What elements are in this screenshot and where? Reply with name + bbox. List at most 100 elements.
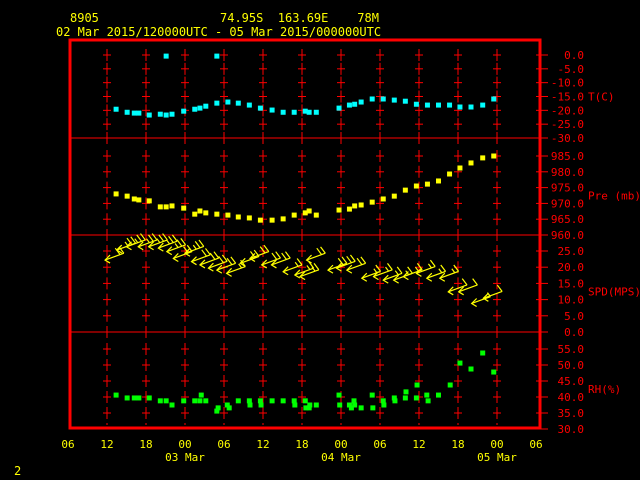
axis-tick-label: 50.0 — [558, 359, 585, 372]
x-tick-label: 18 — [451, 438, 464, 451]
barb-feather — [271, 252, 278, 260]
barb-feather — [194, 241, 201, 249]
data-point — [113, 191, 119, 197]
data-point — [124, 109, 130, 115]
data-point — [226, 405, 232, 411]
barb-feather — [306, 265, 311, 270]
data-point — [337, 402, 343, 408]
data-point — [480, 350, 486, 356]
barb-feather — [427, 263, 432, 269]
x-tick-label: 18 — [295, 438, 308, 451]
data-point — [336, 392, 342, 398]
axis-tick-label: -15.0 — [551, 91, 584, 104]
barb-feather — [205, 248, 211, 256]
axis-tick-label: 25.0 — [558, 245, 585, 258]
data-point — [146, 198, 152, 204]
data-point — [369, 199, 375, 205]
data-point — [381, 402, 387, 408]
data-point — [447, 171, 453, 177]
data-point — [131, 110, 137, 116]
barb-feather — [168, 235, 174, 243]
barb-feather — [341, 256, 348, 264]
data-point — [306, 109, 312, 115]
axis-tick-label: 30.0 — [558, 423, 585, 436]
data-point — [215, 405, 221, 411]
data-point — [358, 202, 364, 208]
data-point — [181, 108, 187, 114]
barb-feather — [156, 238, 161, 244]
data-point — [346, 206, 352, 212]
barb-feather — [394, 270, 399, 276]
data-point — [370, 405, 376, 411]
data-point — [480, 102, 486, 108]
x-tick-label: 06 — [217, 438, 230, 451]
barb-feather — [461, 278, 468, 286]
data-point — [280, 216, 286, 222]
data-point — [424, 102, 430, 108]
axis-tick-label: 5.0 — [564, 310, 584, 323]
data-point — [131, 196, 137, 202]
axis-tick-label: 985.0 — [551, 150, 584, 163]
axis-tick-label: -30.0 — [551, 132, 584, 145]
data-point — [491, 369, 497, 375]
data-point — [468, 366, 474, 372]
data-point — [291, 212, 297, 218]
data-point — [380, 196, 386, 202]
data-point — [246, 215, 252, 221]
data-point — [391, 97, 397, 103]
data-point — [403, 389, 409, 395]
data-point — [169, 111, 175, 117]
data-point — [291, 109, 297, 115]
data-point — [414, 382, 420, 388]
data-point — [425, 398, 431, 404]
axis-tick-label: 980.0 — [551, 166, 584, 179]
data-point — [491, 96, 497, 102]
barb-feather — [281, 252, 287, 260]
barb-feather — [166, 239, 171, 245]
data-point — [413, 101, 419, 107]
barb-feather — [218, 255, 224, 264]
data-point — [391, 193, 397, 199]
data-point — [198, 392, 204, 398]
barb-feather — [373, 268, 378, 274]
data-point — [292, 402, 298, 408]
barb-feather — [201, 249, 208, 257]
data-point — [352, 402, 358, 408]
data-point — [181, 398, 187, 404]
data-point — [307, 402, 313, 408]
data-point — [457, 104, 463, 110]
barb-feather — [209, 252, 216, 260]
series-relative_humidity — [113, 350, 497, 414]
wind-barb — [184, 239, 205, 257]
barb-feather — [176, 239, 183, 247]
axis-tick-label: 965.0 — [551, 213, 584, 226]
data-point — [235, 398, 241, 404]
barb-feather — [387, 262, 393, 271]
x-tick-label: 06 — [61, 438, 74, 451]
data-point — [313, 212, 319, 218]
barb-feather — [230, 256, 237, 264]
data-point — [380, 96, 386, 102]
data-point — [352, 101, 358, 107]
panel-label-wind_speed: SPD(MPS) — [588, 286, 640, 299]
meteogram-chart: 0.0-5.0-10.0-15.0-20.0-25.0-30.0T(C)985.… — [61, 38, 640, 464]
barb-feather — [192, 244, 197, 250]
data-point — [136, 395, 142, 401]
barb-feather — [171, 234, 178, 242]
data-point — [113, 392, 119, 398]
data-point — [192, 398, 198, 404]
x-tick-label: 00 — [178, 438, 191, 451]
barb-feather — [472, 278, 478, 286]
x-tick-label: 06 — [373, 438, 386, 451]
data-point — [436, 178, 441, 184]
wind-barb — [425, 264, 447, 282]
x-tick-label: 00 — [490, 438, 503, 451]
barb-feather — [213, 251, 220, 259]
data-point — [280, 398, 286, 404]
barb-feather — [429, 259, 436, 267]
barb-feather — [147, 234, 154, 242]
data-point — [457, 165, 463, 171]
data-point — [203, 103, 209, 109]
data-point — [269, 217, 275, 223]
panel-label-temperature: T(C) — [588, 91, 615, 104]
